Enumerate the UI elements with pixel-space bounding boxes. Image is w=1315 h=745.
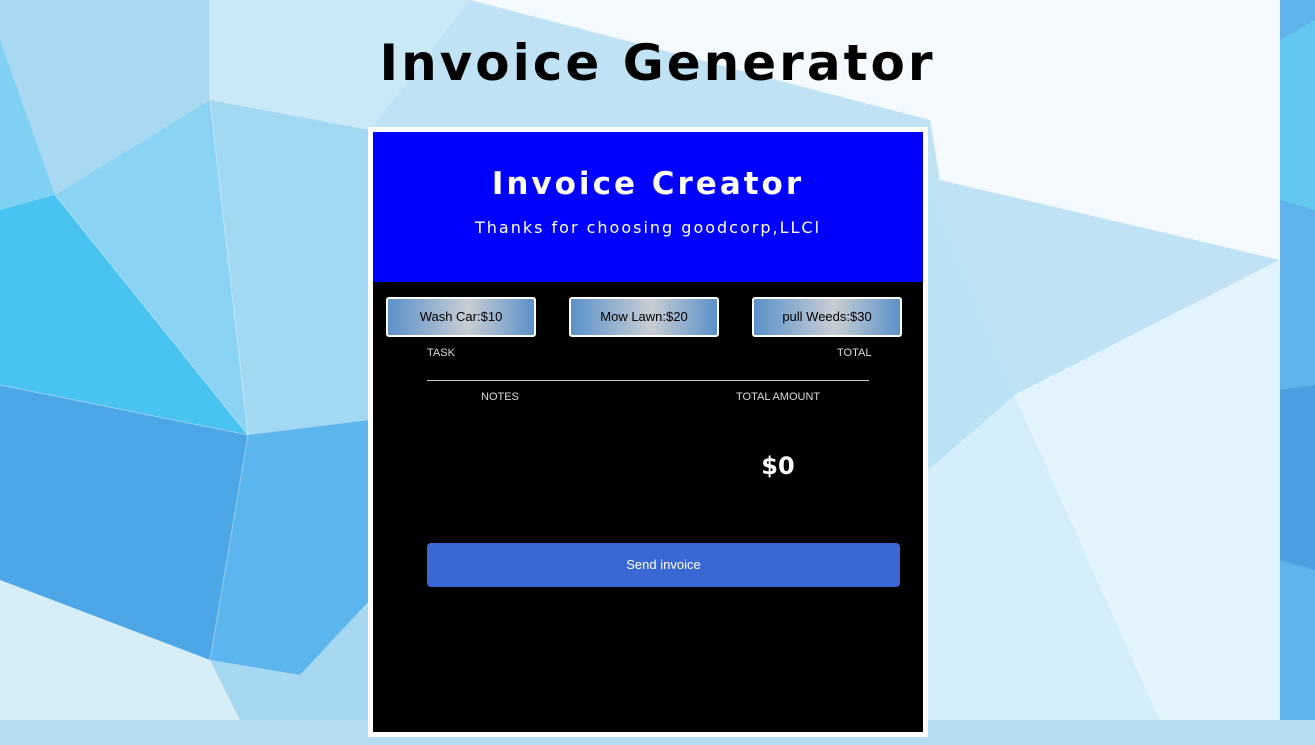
task-column-header: TASK [427, 347, 455, 359]
page-title: Invoice Generator [379, 34, 936, 92]
card-subtitle: Thanks for choosing goodcorp,LLCl [474, 218, 822, 237]
total-column-header: TOTAL [837, 347, 872, 359]
invoice-card-frame: Invoice Creator Thanks for choosing good… [368, 127, 928, 737]
total-amount-label: TOTAL AMOUNT [736, 391, 821, 403]
wash-car-button[interactable]: Wash Car:$10 [386, 297, 536, 337]
mow-lawn-button[interactable]: Mow Lawn:$20 [569, 297, 719, 337]
card-header: Invoice Creator Thanks for choosing good… [373, 132, 923, 282]
notes-label: NOTES [481, 391, 519, 403]
invoice-card: Invoice Creator Thanks for choosing good… [373, 132, 923, 732]
total-amount-value: $0 [761, 452, 795, 480]
card-title: Invoice Creator [491, 166, 805, 202]
pull-weeds-button[interactable]: pull Weeds:$30 [752, 297, 902, 337]
send-invoice-button[interactable]: Send invoice [427, 543, 900, 587]
table-divider [427, 380, 869, 381]
